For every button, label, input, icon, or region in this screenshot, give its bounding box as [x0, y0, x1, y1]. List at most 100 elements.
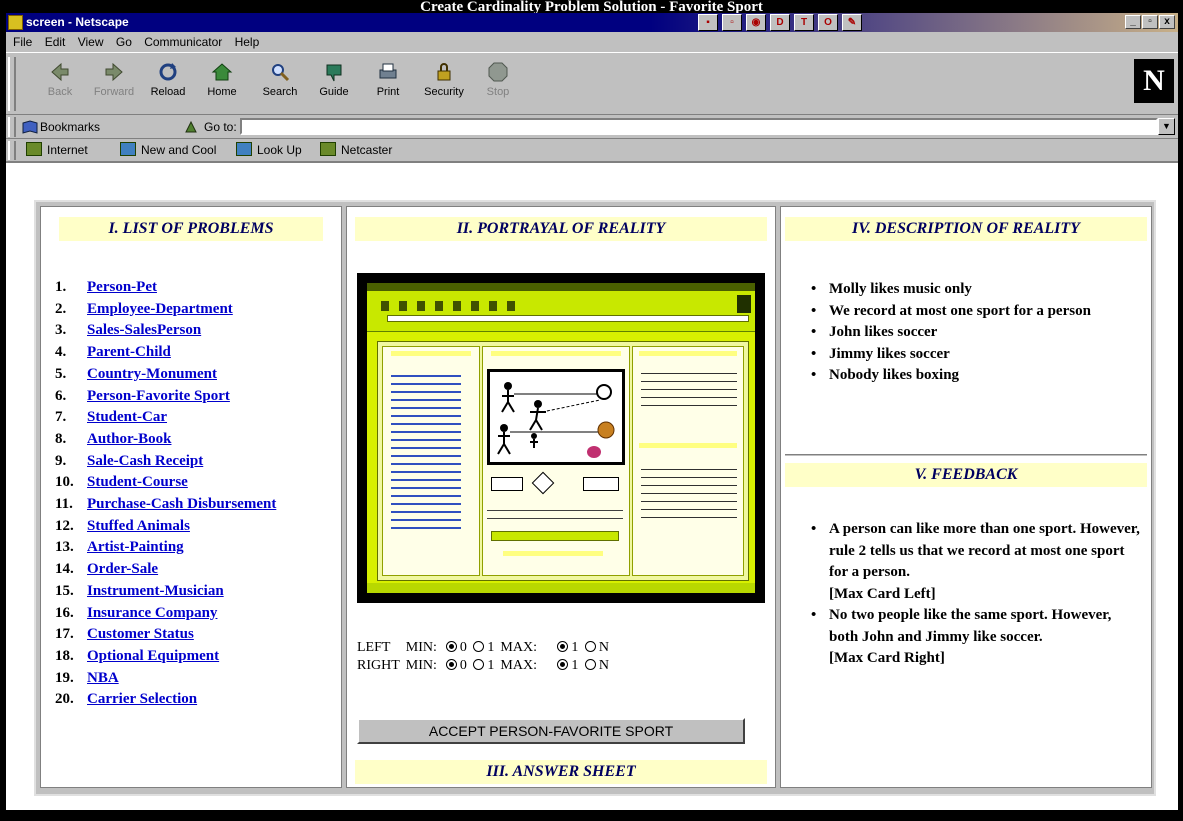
tray-monitor-icon[interactable]: ▫ [722, 14, 742, 31]
menu-communicator[interactable]: Communicator [144, 35, 222, 49]
min-label: MIN: [405, 658, 437, 673]
problem-link[interactable]: Purchase-Cash Disbursement [87, 496, 276, 512]
max-label: MAX: [500, 640, 537, 655]
menu-view[interactable]: View [78, 35, 104, 49]
description-heading: IV. DESCRIPTION OF REALITY [785, 217, 1147, 241]
url-dropdown-chevron-icon[interactable]: ▼ [1158, 118, 1175, 135]
right-max-1-radio[interactable] [557, 659, 569, 670]
personal-new-and-cool[interactable]: New and Cool [120, 139, 216, 162]
problem-link[interactable]: Order-Sale [87, 561, 158, 577]
left-min-0-radio[interactable] [445, 641, 457, 652]
right-min-0-radio[interactable] [445, 659, 457, 670]
lock-icon [437, 63, 451, 81]
left-max-n-radio[interactable] [584, 641, 596, 652]
menu-edit[interactable]: Edit [45, 35, 66, 49]
search-button[interactable]: Search [254, 61, 306, 98]
menu-go[interactable]: Go [116, 35, 132, 49]
description-panel: IV. DESCRIPTION OF REALITY Molly likes m… [780, 206, 1152, 788]
netscape-logo[interactable]: N [1134, 59, 1174, 103]
problem-link[interactable]: Artist-Painting [87, 539, 184, 555]
list-item: John likes soccer [811, 322, 1091, 344]
right-max-n-radio[interactable] [584, 659, 596, 670]
option-label: 1 [571, 658, 579, 673]
print-button[interactable]: Print [362, 61, 414, 98]
problem-link[interactable]: Student-Car [87, 409, 167, 425]
location-grip[interactable] [8, 117, 16, 137]
preview-toolbars [367, 291, 755, 332]
stop-button[interactable]: Stop [472, 61, 524, 98]
maximize-button[interactable]: ▫ [1142, 15, 1158, 29]
minimize-button[interactable]: _ [1125, 15, 1141, 29]
right-max-options: 1 N [554, 657, 615, 675]
problem-link[interactable]: Person-Favorite Sport [87, 388, 230, 404]
right-min-1-radio[interactable] [473, 659, 485, 670]
list-item: 8. Author-Book [55, 430, 172, 447]
bookmark-page-icon [26, 142, 42, 156]
tray-tool-icon[interactable]: ✎ [842, 14, 862, 31]
tray-flag-icon[interactable]: ▪ [698, 14, 718, 31]
problem-link[interactable]: Parent-Child [87, 344, 171, 360]
preview-window [367, 283, 755, 593]
problem-link[interactable]: Insurance Company [87, 605, 217, 621]
security-button[interactable]: Security [418, 61, 470, 98]
problem-link[interactable]: Country-Monument [87, 366, 217, 382]
problem-link[interactable]: Person-Pet [87, 279, 157, 295]
close-button[interactable]: x [1159, 15, 1175, 29]
option-label: N [598, 658, 610, 673]
problem-link[interactable]: Carrier Selection [87, 691, 197, 707]
option-label: 0 [459, 640, 467, 655]
page-proxy-icon[interactable] [184, 120, 198, 134]
problem-link[interactable]: Stuffed Animals [87, 518, 190, 534]
accept-button[interactable]: ACCEPT PERSON-FAVORITE SPORT [357, 718, 745, 744]
preview-logo [737, 295, 751, 313]
preview-tool-icon [399, 301, 407, 311]
problems-panel: I. LIST OF PROBLEMS 1. Person-Pet 2. Emplo… [40, 206, 342, 788]
printer-icon [379, 63, 397, 79]
guide-button[interactable]: Guide [308, 61, 360, 98]
left-min-1-radio[interactable] [473, 641, 485, 652]
tray-disk-icon[interactable]: ◉ [746, 14, 766, 31]
feedback-text: No two people like the same sport. Howev… [829, 607, 1112, 645]
list-item: 14. Order-Sale [55, 561, 159, 578]
left-max-1-radio[interactable] [557, 641, 569, 652]
menu-help[interactable]: Help [235, 35, 260, 49]
toolbar-grip[interactable] [8, 57, 16, 111]
page-banner: Create Cardinality Problem Solution - Fa… [0, 0, 1183, 14]
feedback-tag: [Max Card Right] [829, 650, 945, 666]
problem-link[interactable]: NBA [87, 670, 119, 686]
bookmarks-icon[interactable] [22, 120, 38, 134]
problem-link[interactable]: Sale-Cash Receipt [87, 453, 203, 469]
problem-link[interactable]: Employee-Department [87, 301, 233, 317]
problem-link[interactable]: Student-Course [87, 474, 188, 490]
menu-file[interactable]: File [13, 35, 32, 49]
problem-link[interactable]: Sales-SalesPerson [87, 322, 201, 338]
url-input[interactable] [240, 118, 1158, 135]
personal-look-up[interactable]: Look Up [236, 139, 302, 162]
folder-icon [236, 142, 252, 156]
problem-link[interactable]: Optional Equipment [87, 648, 219, 664]
feedback-tag: [Max Card Left] [829, 585, 936, 602]
tray-d-icon[interactable]: D [770, 14, 790, 31]
reload-button[interactable]: Reload [142, 61, 194, 98]
personal-internet[interactable]: Internet [26, 139, 88, 162]
personal-netcaster[interactable]: Netcaster [320, 139, 392, 162]
problem-link[interactable]: Instrument-Musician [87, 583, 224, 599]
personal-grip[interactable] [8, 141, 16, 160]
folder-icon [120, 142, 136, 156]
bookmarks-button[interactable]: Bookmarks [40, 115, 100, 139]
preview-description-lines [641, 369, 737, 409]
preview-heading [391, 351, 471, 356]
tray-o-icon[interactable]: O [818, 14, 838, 31]
home-button[interactable]: Home [196, 61, 248, 98]
tray-t-icon[interactable]: T [794, 14, 814, 31]
list-item: 1. Person-Pet [55, 279, 157, 295]
problem-link[interactable]: Author-Book [87, 431, 171, 447]
list-item: 10. Student-Course [55, 474, 188, 491]
preview-feedback-lines [641, 465, 737, 525]
forward-button[interactable]: Forward [88, 61, 140, 98]
feedback-text: A person can like more than one sport. H… [829, 521, 1140, 580]
stop-icon [488, 62, 508, 82]
back-button[interactable]: Back [34, 61, 86, 98]
preview-tool-icon [435, 301, 443, 311]
problem-link[interactable]: Customer Status [87, 626, 194, 642]
